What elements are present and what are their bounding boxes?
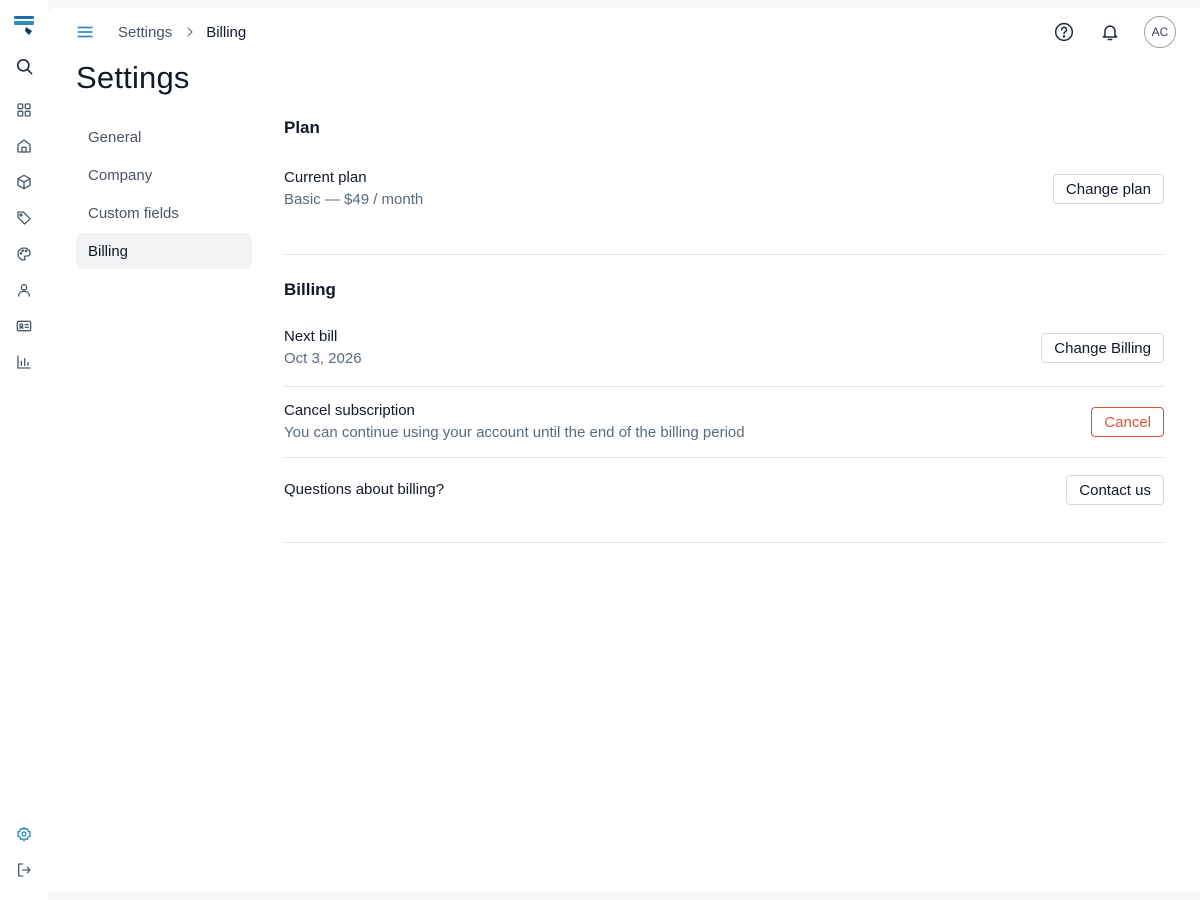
id-card-icon[interactable] xyxy=(12,314,36,338)
contact-us-button[interactable]: Contact us xyxy=(1066,475,1164,505)
settings-nav-billing[interactable]: Billing xyxy=(76,233,252,269)
settings-nav: General Company Custom fields Billing xyxy=(76,119,252,271)
next-bill-row: Next bill Oct 3, 2026 Change Billing xyxy=(284,310,1164,386)
menu-icon[interactable] xyxy=(74,22,96,42)
breadcrumb-settings-link[interactable]: Settings xyxy=(118,24,172,41)
questions-row: Questions about billing? Contact us xyxy=(284,458,1164,522)
bell-icon[interactable] xyxy=(1098,20,1122,44)
box-icon[interactable] xyxy=(12,170,36,194)
user-icon[interactable] xyxy=(12,278,36,302)
plan-section-title: Plan xyxy=(284,118,320,137)
app-window: Settings Billing AC Settings General Com… xyxy=(0,0,1200,900)
top-bar: Settings Billing AC xyxy=(48,8,1200,56)
cancel-subscription-label: Cancel subscription xyxy=(284,402,415,419)
current-plan-label: Current plan xyxy=(284,169,367,186)
settings-nav-company[interactable]: Company xyxy=(76,157,252,193)
settings-nav-general[interactable]: General xyxy=(76,119,252,155)
billing-section-title: Billing xyxy=(284,280,336,299)
questions-label: Questions about billing? xyxy=(284,481,445,498)
section-divider xyxy=(284,254,1164,255)
chevron-right-icon xyxy=(184,26,196,38)
icon-rail xyxy=(0,0,48,900)
current-plan-row: Current plan Basic — $49 / month Change … xyxy=(284,148,1164,230)
logout-icon[interactable] xyxy=(12,858,36,882)
page-title: Settings xyxy=(76,60,190,95)
home-icon[interactable] xyxy=(12,134,36,158)
breadcrumb: Settings Billing xyxy=(118,23,246,41)
change-plan-button[interactable]: Change plan xyxy=(1052,174,1164,204)
section-divider xyxy=(284,542,1164,543)
next-bill-label: Next bill xyxy=(284,328,338,345)
main-panel: Settings Billing AC Settings General Com… xyxy=(48,8,1200,892)
change-billing-button[interactable]: Change Billing xyxy=(1041,333,1164,363)
help-icon[interactable] xyxy=(1052,20,1076,44)
palette-icon[interactable] xyxy=(12,242,36,266)
avatar[interactable]: AC xyxy=(1144,16,1176,48)
cancel-button[interactable]: Cancel xyxy=(1091,407,1164,437)
top-actions: AC xyxy=(1052,16,1176,48)
tag-icon[interactable] xyxy=(12,206,36,230)
next-bill-value: Oct 3, 2026 xyxy=(284,350,362,367)
logo-icon[interactable] xyxy=(12,14,36,38)
cancel-subscription-description: You can continue using your account unti… xyxy=(284,424,745,441)
cancel-subscription-row: Cancel subscription You can continue usi… xyxy=(284,387,1164,457)
bar-chart-icon[interactable] xyxy=(12,350,36,374)
search-icon[interactable] xyxy=(12,54,36,78)
billing-content: Plan Current plan Basic — $49 / month Ch… xyxy=(284,108,1164,543)
grid-icon[interactable] xyxy=(12,98,36,122)
settings-nav-custom-fields[interactable]: Custom fields xyxy=(76,195,252,231)
gear-icon[interactable] xyxy=(12,822,36,846)
current-plan-value: Basic — $49 / month xyxy=(284,191,424,208)
breadcrumb-current: Billing xyxy=(206,23,247,41)
